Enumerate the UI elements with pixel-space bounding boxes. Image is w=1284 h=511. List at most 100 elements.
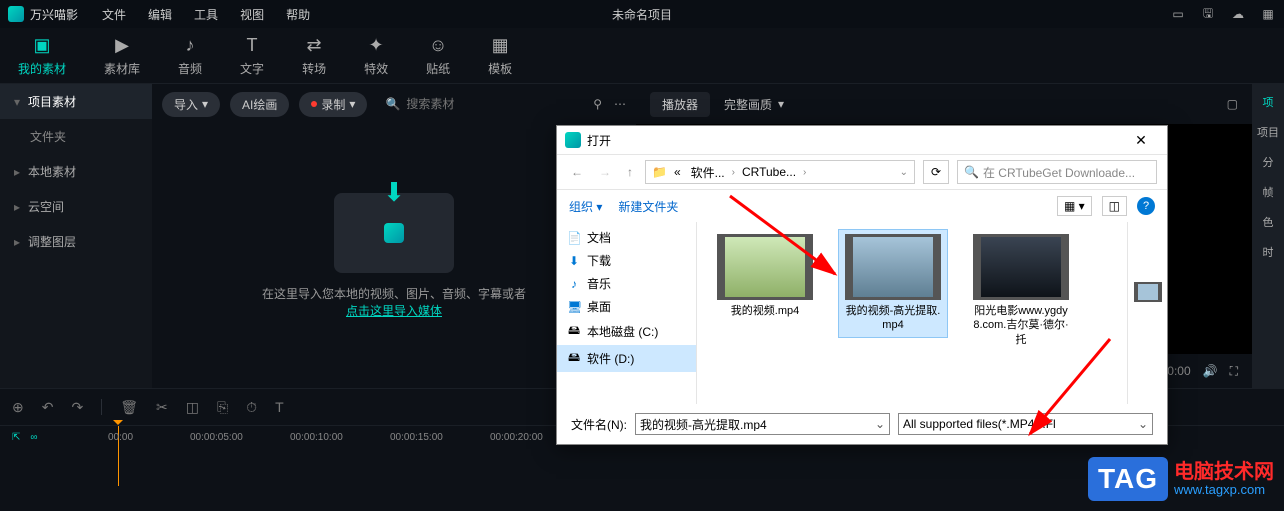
- refresh-button[interactable]: ⟳: [923, 160, 949, 184]
- fullscreen-icon[interactable]: ⛶: [1230, 364, 1238, 379]
- filetype-filter[interactable]: All supported files(*.MP4;*.Fl ⌄: [898, 413, 1153, 435]
- chevron-down-icon[interactable]: ⌄: [875, 417, 885, 431]
- menu-tools[interactable]: 工具: [194, 6, 218, 23]
- sidebar-item-folder[interactable]: 文件夹: [0, 119, 152, 154]
- crop-icon[interactable]: ◫: [186, 399, 199, 416]
- sidebar-item-adjustment[interactable]: ▸调整图层: [0, 224, 152, 259]
- titlebar: 万兴喵影 文件 编辑 工具 视图 帮助 未命名项目 ▭ 🖫 ☁ ▦: [0, 0, 1284, 28]
- search-input[interactable]: [406, 97, 575, 111]
- player-tab[interactable]: 播放器: [650, 92, 710, 117]
- import-dropzone[interactable]: ⬇: [334, 193, 454, 273]
- effects-icon: ✦: [369, 35, 384, 56]
- organize-button[interactable]: 组织 ▾: [569, 198, 602, 215]
- tl-link-icon[interactable]: ∞: [30, 432, 37, 443]
- sticker-icon: ☺: [429, 35, 447, 56]
- dialog-close-button[interactable]: ✕: [1123, 132, 1159, 149]
- nav-back-button[interactable]: ←: [567, 163, 587, 181]
- save-icon[interactable]: 🖫: [1200, 6, 1216, 22]
- rtab-0[interactable]: 项: [1263, 94, 1274, 110]
- folder-icon: 📁: [652, 165, 667, 179]
- file-item[interactable]: 我的视频-高光提取.mp4: [839, 230, 947, 337]
- new-folder-button[interactable]: 新建文件夹: [618, 198, 678, 215]
- media-toolbar: 导入▾ AI绘画 录制▾ 🔍 ⚲ ⋯: [152, 84, 636, 124]
- volume-icon[interactable]: 🔊: [1203, 364, 1218, 378]
- preview-pane: [1127, 222, 1167, 404]
- speed-icon[interactable]: ⏱: [246, 399, 257, 416]
- tab-my-media[interactable]: ▣我的素材: [18, 35, 66, 77]
- cloud-icon[interactable]: ☁: [1230, 6, 1246, 22]
- snapshot-icon[interactable]: ▢: [1227, 97, 1238, 111]
- dialog-search[interactable]: 🔍 在 CRTubeGet Downloade...: [957, 160, 1157, 184]
- import-button[interactable]: 导入▾: [162, 92, 220, 117]
- filename-input[interactable]: ⌄: [635, 413, 890, 435]
- nav-forward-button[interactable]: →: [595, 163, 615, 181]
- sidebar-item-local-media[interactable]: ▸本地素材: [0, 154, 152, 189]
- help-button[interactable]: ?: [1137, 197, 1155, 215]
- tree-downloads[interactable]: ⬇下载: [557, 249, 696, 272]
- chevron-down-icon[interactable]: ⌄: [900, 167, 908, 178]
- tree-music[interactable]: ♪音乐: [557, 272, 696, 295]
- rtab-3[interactable]: 帧: [1263, 184, 1274, 200]
- chevron-down-icon[interactable]: ⌄: [1138, 417, 1148, 431]
- chevron-down-icon: ▾: [778, 97, 784, 111]
- tab-stickers[interactable]: ☺贴纸: [426, 35, 450, 77]
- tree-disk-d[interactable]: 🖴软件 (D:): [557, 345, 696, 372]
- chevron-down-icon: ▾: [349, 97, 355, 111]
- sidebar-item-project-media[interactable]: ▾项目素材: [0, 84, 152, 119]
- menu-view[interactable]: 视图: [240, 6, 264, 23]
- add-icon[interactable]: ⊕: [12, 399, 24, 416]
- import-link[interactable]: 点击这里导入媒体: [346, 304, 442, 318]
- tree-documents[interactable]: 📄文档: [557, 226, 696, 249]
- search-box[interactable]: 🔍: [377, 97, 583, 111]
- stock-icon: ▶: [115, 35, 129, 56]
- filter-icon[interactable]: ⚲: [593, 97, 602, 111]
- breadcrumb[interactable]: 📁 « 软件...› CRTube...› ⌄: [645, 160, 915, 184]
- cut-icon[interactable]: ✂: [156, 399, 168, 416]
- tick: 00:00: [108, 432, 133, 443]
- rtab-4[interactable]: 色: [1263, 214, 1274, 230]
- layout-icon[interactable]: ▭: [1170, 6, 1186, 22]
- copy-icon[interactable]: ⎘: [217, 399, 228, 416]
- text-tool-icon[interactable]: T: [275, 399, 284, 415]
- rtab-5[interactable]: 时: [1263, 244, 1274, 260]
- nav-up-button[interactable]: ↑: [623, 163, 637, 181]
- inspector-tabs: 项 项目 分 帧 色 时: [1252, 84, 1284, 388]
- file-open-dialog: 打开 ✕ ← → ↑ 📁 « 软件...› CRTube...› ⌄ ⟳ 🔍 在…: [556, 125, 1168, 445]
- undo-icon[interactable]: ↶: [42, 399, 54, 416]
- file-item[interactable]: 阳光电影www.ygdy8.com.吉尔莫·德尔·托: [967, 230, 1075, 351]
- tl-export-icon[interactable]: ⇱: [12, 432, 20, 443]
- video-thumbnail: [845, 234, 941, 300]
- tab-effects[interactable]: ✦特效: [364, 35, 388, 77]
- dialog-app-icon: [565, 132, 581, 148]
- preview-toggle-button[interactable]: ◫: [1102, 196, 1127, 216]
- quality-select[interactable]: 完整画质▾: [724, 96, 784, 113]
- tab-text[interactable]: T文字: [240, 35, 264, 77]
- view-mode-button[interactable]: ▦ ▾: [1057, 196, 1092, 216]
- menu-edit[interactable]: 编辑: [148, 6, 172, 23]
- tab-templates[interactable]: ▦模板: [488, 35, 512, 77]
- tab-stock[interactable]: ▶素材库: [104, 35, 140, 77]
- tick: 00:00:15:00: [390, 432, 443, 443]
- redo-icon[interactable]: ↷: [71, 399, 83, 416]
- tab-audio[interactable]: ♪音频: [178, 35, 202, 77]
- rtab-2[interactable]: 分: [1263, 154, 1274, 170]
- tab-transition[interactable]: ⇄转场: [302, 35, 326, 77]
- record-icon: [311, 101, 317, 107]
- grid-icon[interactable]: ▦: [1260, 6, 1276, 22]
- file-item[interactable]: 我的视频.mp4: [711, 230, 819, 322]
- delete-icon[interactable]: 🗑: [120, 399, 138, 416]
- more-icon[interactable]: ⋯: [614, 97, 626, 111]
- filename-field[interactable]: [640, 417, 875, 431]
- record-button[interactable]: 录制▾: [299, 92, 367, 117]
- sidebar-item-cloud[interactable]: ▸云空间: [0, 189, 152, 224]
- tree-disk-c[interactable]: 🖴本地磁盘 (C:): [557, 318, 696, 345]
- rtab-1[interactable]: 项目: [1257, 124, 1279, 140]
- video-thumbnail: [973, 234, 1069, 300]
- tree-desktop[interactable]: 🖥桌面: [557, 295, 696, 318]
- menu-file[interactable]: 文件: [102, 6, 126, 23]
- transition-icon: ⇄: [307, 35, 322, 56]
- media-icon: ▣: [34, 35, 51, 56]
- menu-help[interactable]: 帮助: [286, 6, 310, 23]
- tick: 00:00:10:00: [290, 432, 343, 443]
- ai-draw-button[interactable]: AI绘画: [230, 92, 289, 117]
